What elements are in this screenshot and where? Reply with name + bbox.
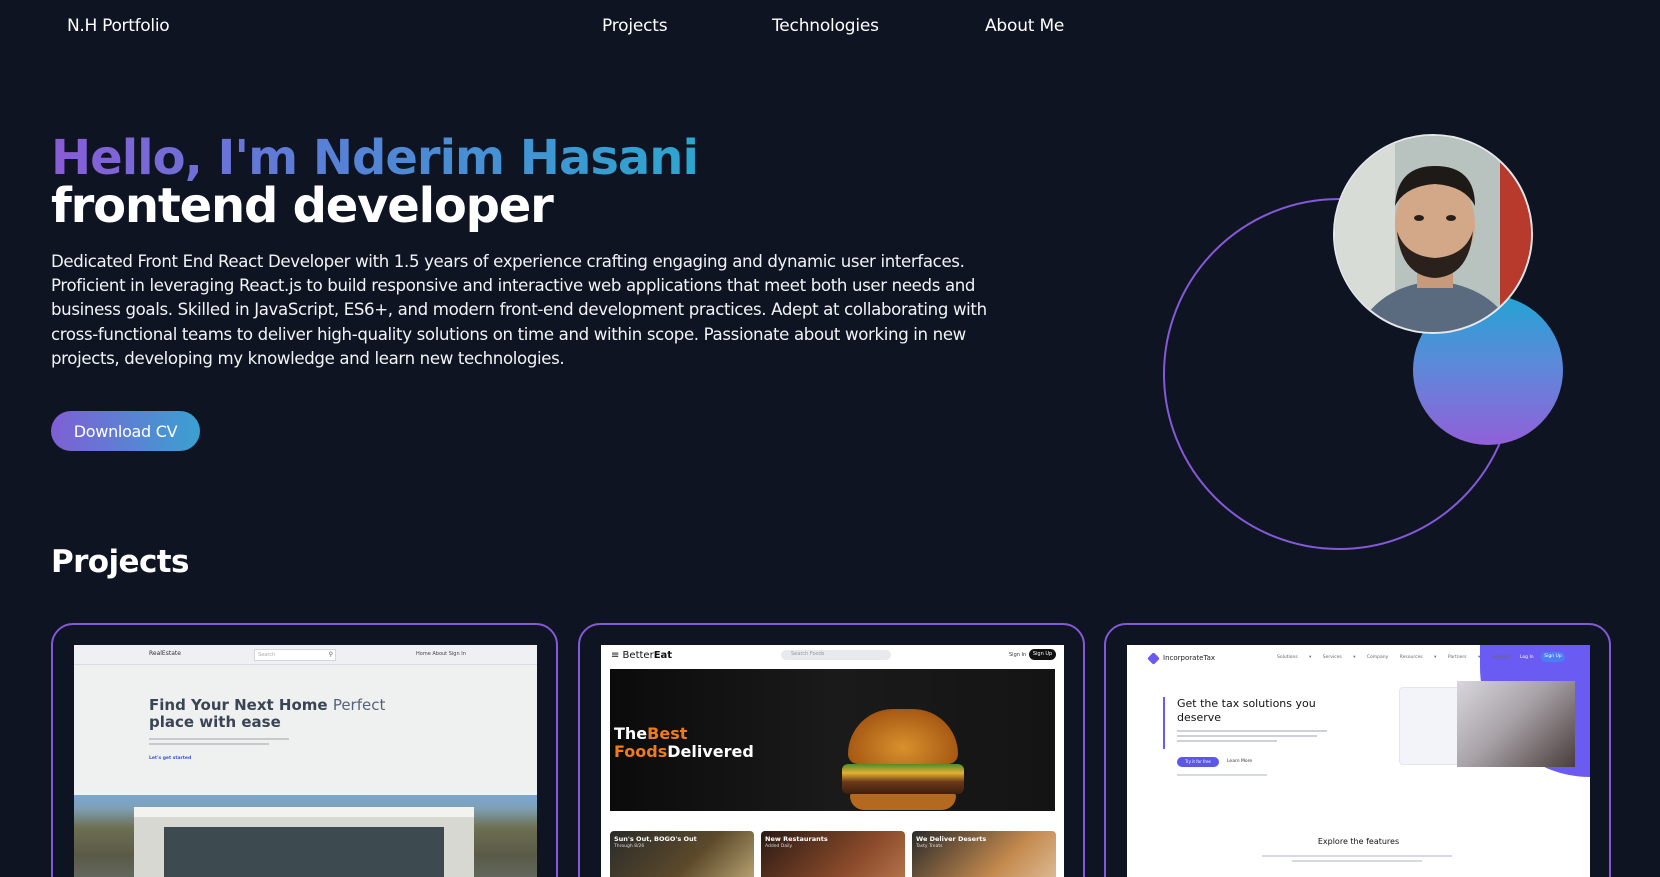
burger-icon: [848, 709, 958, 764]
mock-logo: ≡ BetterEat: [611, 650, 672, 661]
mock-menu: Solutions ▾ Services ▾ Company Resources…: [1277, 655, 1510, 660]
mock-headline: Find Your Next Home Perfect place with e…: [149, 697, 409, 731]
mock-promo-tile: Sun's Out, BOGO's Out Through 8/26: [610, 831, 754, 877]
mock-subtext-lines: [149, 738, 289, 745]
mock-promo-sub: Through 8/26: [614, 844, 645, 849]
project-screenshot: IncorporateTax Solutions ▾ Services ▾ Co…: [1127, 645, 1590, 877]
nav-link-about-me[interactable]: About Me: [985, 16, 1064, 36]
mock-headline-the: The: [614, 724, 648, 743]
mock-headline-accent: Perfect: [332, 696, 386, 714]
project-screenshot: RealEstate Search ⚲ Home About Sign In F…: [74, 645, 537, 877]
mock-signup: Sign Up: [1029, 649, 1056, 660]
mock-search-placeholder: Search Foods: [791, 651, 825, 657]
mock-headline-foods: Foods: [614, 742, 668, 761]
nav-link-technologies[interactable]: Technologies: [772, 16, 879, 36]
mock-nav-links: Home About Sign In: [416, 651, 466, 657]
mock-search: Search Foods: [781, 650, 891, 660]
project-screenshot: ≡ BetterEat Search Foods Sign In Sign Up…: [601, 645, 1064, 877]
mock-logo-prefix: ≡ Better: [611, 650, 654, 661]
mock-search: Search ⚲: [254, 649, 336, 661]
mock-search-placeholder: Search: [258, 652, 276, 658]
mock-promo-title: We Deliver Deserts: [916, 835, 987, 843]
search-icon: ⚲: [328, 651, 333, 658]
mock-headline-delivered: Delivered: [667, 742, 754, 761]
mock-logo: RealEstate: [149, 650, 181, 657]
project-card-realestate[interactable]: RealEstate Search ⚲ Home About Sign In F…: [51, 623, 558, 877]
mock-logo-icon: [1147, 652, 1160, 665]
mock-headline: Get the tax solutions you deserve: [1177, 697, 1316, 724]
mock-explore-title: Explore the features: [1317, 837, 1400, 846]
mock-cta-primary: Try it for free: [1177, 757, 1219, 767]
mock-signin: Sign In: [1009, 652, 1027, 658]
brand-logo[interactable]: N.H Portfolio: [67, 16, 170, 36]
mock-accent-bar: [1163, 697, 1165, 749]
mock-promo-sub: Tasty Treats: [916, 844, 943, 849]
mock-banner: TheBest FoodsDelivered: [610, 669, 1055, 811]
project-card-incorporatetax[interactable]: IncorporateTax Solutions ▾ Services ▾ Co…: [1104, 623, 1611, 877]
mock-promo-sub: Added Daily: [765, 844, 793, 849]
profile-photo: [1333, 134, 1533, 334]
mock-headline: TheBest FoodsDelivered: [614, 725, 754, 761]
hero-bio: Dedicated Front End React Developer with…: [51, 252, 987, 368]
project-card-bettereat[interactable]: ≡ BetterEat Search Foods Sign In Sign Up…: [578, 623, 1085, 877]
mock-headline-part-1: Find Your Next Home: [149, 696, 328, 714]
burger-bottom-bun: [850, 794, 956, 810]
burger-filling: [842, 764, 964, 794]
mock-promo-tile: New Restaurants Added Daily: [761, 831, 905, 877]
mock-explore-sub: [1257, 855, 1457, 862]
mock-promo-title: Sun's Out, BOGO's Out: [614, 835, 697, 843]
mock-login: Log In: [1520, 655, 1534, 660]
mock-subtext-lines: [1177, 730, 1337, 742]
mock-person-photo: [1457, 681, 1575, 767]
mock-signup: Sign Up: [1541, 652, 1565, 662]
mock-building-window: [164, 827, 444, 877]
download-cv-button[interactable]: Download CV: [51, 411, 200, 451]
mock-promo-tile: We Deliver Deserts Tasty Treats: [912, 831, 1056, 877]
hero-role: frontend developer: [51, 178, 554, 234]
mock-logo: IncorporateTax: [1163, 654, 1216, 662]
mock-cta-secondary: Learn More: [1227, 759, 1253, 764]
mock-promo-title: New Restaurants: [765, 835, 828, 843]
mock-headline-best: Best: [647, 724, 688, 743]
profile-photo-illustration: [1335, 136, 1531, 332]
mock-cta: Let's get started: [149, 756, 192, 761]
mock-logo-bold: Eat: [653, 650, 673, 661]
projects-section-title: Projects: [51, 544, 189, 580]
nav-link-projects[interactable]: Projects: [602, 16, 668, 36]
mock-headline-part-2: place with ease: [149, 713, 281, 731]
mock-note-line: [1177, 772, 1267, 776]
top-nav: N.H Portfolio Projects Technologies Abou…: [0, 0, 1660, 54]
